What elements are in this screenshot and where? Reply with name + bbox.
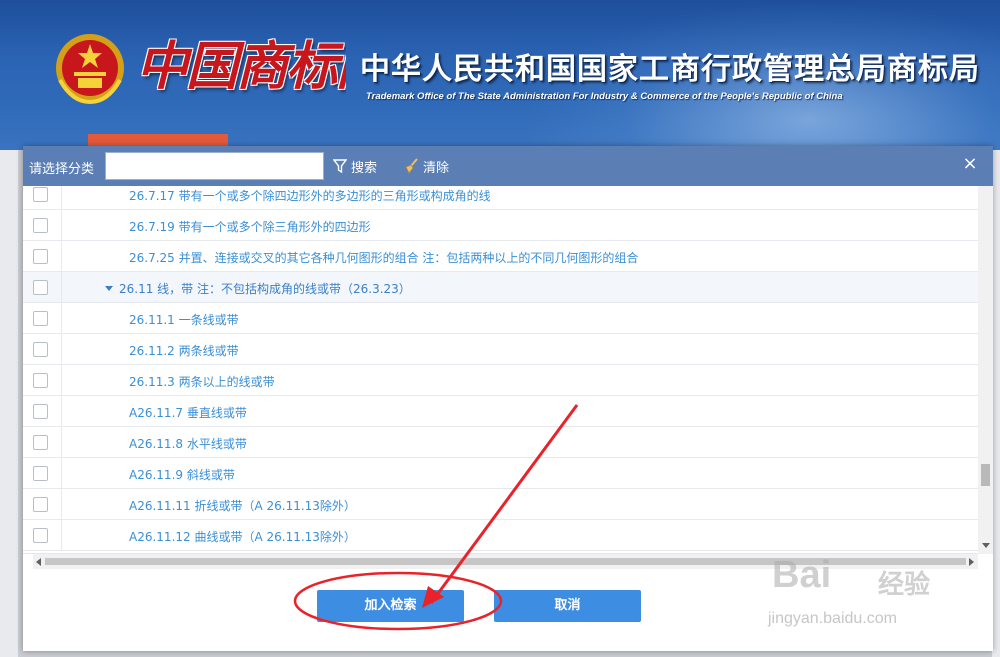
broom-icon <box>405 158 418 174</box>
clear-button-label: 清除 <box>423 160 450 176</box>
row-checkbox[interactable] <box>33 497 48 512</box>
row-label[interactable]: 26.7.25 并置、连接或交叉的其它各种几何图形的组合 注：包括两种以上的不同… <box>129 249 638 266</box>
tree-row[interactable]: 26.11.2 两条线或带 <box>23 334 978 365</box>
clear-button[interactable]: 清除 <box>403 157 450 176</box>
row-label-text: 26.11.2 两条线或带 <box>129 344 239 358</box>
tree-row[interactable]: A26.11.12 曲线或带（A 26.11.13除外） <box>23 520 978 551</box>
search-button-label: 搜索 <box>351 160 378 176</box>
row-divider <box>61 334 62 365</box>
row-checkbox[interactable] <box>33 528 48 543</box>
category-tree[interactable]: 26.7.17 带有一个或多个除四边形外的多边形的三角形或构成角的线 26.7.1… <box>23 186 993 554</box>
page-background-right <box>992 150 1000 657</box>
row-divider <box>61 365 62 396</box>
nav-tab-active[interactable] <box>88 134 228 146</box>
national-emblem-icon <box>56 34 124 105</box>
row-label-text: 26.11 线，带 注：不包括构成角的线或带（26.3.23） <box>119 282 411 296</box>
row-checkbox[interactable] <box>33 404 48 419</box>
category-select-dialog: 请选择分类 搜索 清除 × 26.7.17 带有一个或多个除四边形外的多边形的三… <box>23 146 993 651</box>
row-label[interactable]: 26.7.19 带有一个或多个除三角形外的四边形 <box>129 218 371 235</box>
row-checkbox[interactable] <box>33 280 48 295</box>
tree-row[interactable]: 26.7.17 带有一个或多个除四边形外的多边形的三角形或构成角的线 <box>23 186 978 210</box>
tree-row[interactable]: 26.7.19 带有一个或多个除三角形外的四边形 <box>23 210 978 241</box>
row-label[interactable]: 26.11.2 两条线或带 <box>129 342 239 359</box>
row-checkbox[interactable] <box>33 311 48 326</box>
horizontal-scrollbar[interactable] <box>33 554 978 569</box>
row-label[interactable]: A26.11.11 折线或带（A 26.11.13除外） <box>129 497 356 514</box>
row-divider <box>61 458 62 489</box>
row-label[interactable]: 26.11 线，带 注：不包括构成角的线或带（26.3.23） <box>105 280 411 297</box>
row-divider <box>61 489 62 520</box>
close-icon[interactable]: × <box>962 155 978 173</box>
scroll-down-arrow-icon[interactable] <box>982 543 990 548</box>
caret-down-icon[interactable] <box>105 286 113 291</box>
row-label-text: 26.11.3 两条以上的线或带 <box>129 375 275 389</box>
row-divider <box>61 520 62 551</box>
tree-row[interactable]: 26.11.3 两条以上的线或带 <box>23 365 978 396</box>
row-divider <box>61 396 62 427</box>
tree-row[interactable]: A26.11.11 折线或带（A 26.11.13除外） <box>23 489 978 520</box>
tree-row[interactable]: A26.11.7 垂直线或带 <box>23 396 978 427</box>
row-label-text: 26.7.19 带有一个或多个除三角形外的四边形 <box>129 220 371 234</box>
vertical-scrollbar[interactable] <box>978 186 993 554</box>
row-label[interactable]: 26.11.1 一条线或带 <box>129 311 239 328</box>
row-label[interactable]: A26.11.12 曲线或带（A 26.11.13除外） <box>129 528 356 545</box>
row-divider <box>61 427 62 458</box>
row-label[interactable]: A26.11.8 水平线或带 <box>129 435 247 452</box>
site-header: 中国商标网 中华人民共和国国家工商行政管理总局商标局 Trademark Off… <box>0 0 1000 150</box>
horizontal-scroll-thumb[interactable] <box>45 558 966 565</box>
vertical-scroll-thumb[interactable] <box>981 464 990 486</box>
site-logo-text[interactable]: 中国商标网 <box>136 32 346 102</box>
filter-funnel-icon <box>333 159 347 174</box>
category-search-input[interactable] <box>105 152 324 180</box>
row-label-text: 26.7.25 并置、连接或交叉的其它各种几何图形的组合 注：包括两种以上的不同… <box>129 251 639 265</box>
row-divider <box>61 272 62 303</box>
row-label[interactable]: 26.11.3 两条以上的线或带 <box>129 373 275 390</box>
row-divider <box>61 241 62 272</box>
row-label-text: A26.11.9 斜线或带 <box>129 468 235 482</box>
row-label[interactable]: A26.11.9 斜线或带 <box>129 466 235 483</box>
cancel-button[interactable]: 取消 <box>494 590 641 622</box>
row-checkbox[interactable] <box>33 435 48 450</box>
row-divider <box>61 210 62 241</box>
office-title: 中华人民共和国国家工商行政管理总局商标局 <box>360 52 980 87</box>
dialog-header: 请选择分类 搜索 清除 × <box>23 146 993 186</box>
tree-row[interactable]: A26.11.8 水平线或带 <box>23 427 978 458</box>
category-list: 26.7.17 带有一个或多个除四边形外的多边形的三角形或构成角的线 26.7.1… <box>23 186 978 551</box>
row-checkbox[interactable] <box>33 249 48 264</box>
scroll-right-arrow-icon[interactable] <box>969 558 974 566</box>
row-divider <box>61 303 62 334</box>
office-subtitle: Trademark Office of The State Administra… <box>366 91 843 102</box>
row-label-text: 26.11.1 一条线或带 <box>129 313 239 327</box>
row-label-text: A26.11.7 垂直线或带 <box>129 406 247 420</box>
row-checkbox[interactable] <box>33 466 48 481</box>
tree-row[interactable]: A26.11.9 斜线或带 <box>23 458 978 489</box>
row-divider <box>61 186 62 210</box>
tree-row[interactable]: 26.7.25 并置、连接或交叉的其它各种几何图形的组合 注：包括两种以上的不同… <box>23 241 978 272</box>
row-label-text: A26.11.8 水平线或带 <box>129 437 247 451</box>
row-label-text: A26.11.11 折线或带（A 26.11.13除外） <box>129 499 356 513</box>
row-checkbox[interactable] <box>33 373 48 388</box>
row-label-text: 26.7.17 带有一个或多个除四边形外的多边形的三角形或构成角的线 <box>129 189 491 203</box>
tree-row[interactable]: 26.11.1 一条线或带 <box>23 303 978 334</box>
scroll-left-arrow-icon[interactable] <box>36 558 41 566</box>
search-button[interactable]: 搜索 <box>333 157 378 176</box>
row-checkbox[interactable] <box>33 218 48 233</box>
row-label[interactable]: 26.7.17 带有一个或多个除四边形外的多边形的三角形或构成角的线 <box>129 187 491 204</box>
row-label[interactable]: A26.11.7 垂直线或带 <box>129 404 247 421</box>
page-background-left <box>0 150 18 657</box>
row-label-text: A26.11.12 曲线或带（A 26.11.13除外） <box>129 530 356 544</box>
row-checkbox[interactable] <box>33 187 48 202</box>
row-checkbox[interactable] <box>33 342 48 357</box>
filter-label: 请选择分类 <box>29 162 95 177</box>
add-to-search-button[interactable]: 加入检索 <box>317 590 464 622</box>
tree-group-row[interactable]: 26.11 线，带 注：不包括构成角的线或带（26.3.23） <box>23 272 978 303</box>
